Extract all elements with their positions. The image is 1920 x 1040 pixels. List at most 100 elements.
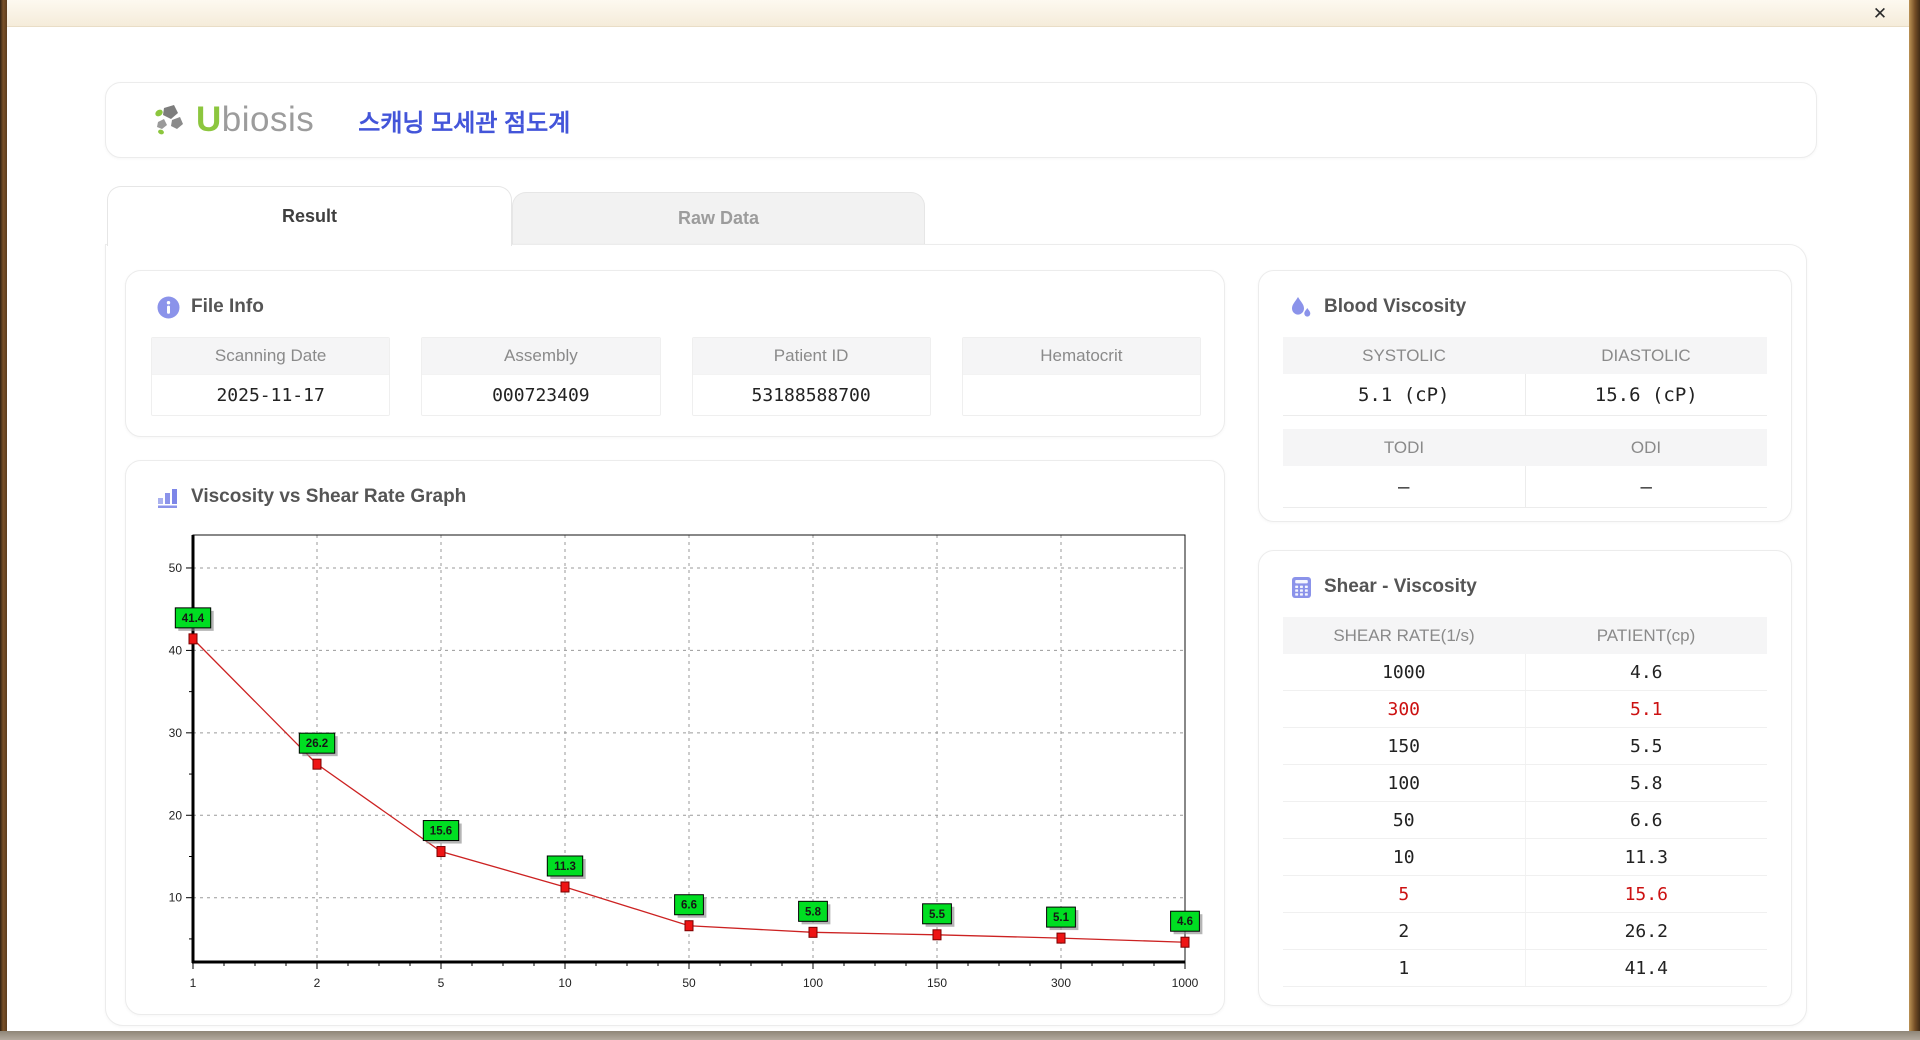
logo-rest: biosis (221, 100, 315, 139)
blood-viscosity-group: TODI ODI – – (1283, 429, 1767, 508)
bv-metric-value: – (1283, 466, 1526, 508)
shear-rate-cell: 300 (1283, 691, 1526, 727)
tab-result[interactable]: Result (107, 186, 512, 246)
shear-table-header: SHEAR RATE(1/s) PATIENT(cp) (1283, 617, 1767, 654)
svg-text:300: 300 (1051, 976, 1071, 990)
file-info-field-value: 000723409 (422, 374, 660, 415)
patient-viscosity-cell: 5.8 (1629, 772, 1663, 794)
ubiosis-logo-icon (150, 100, 190, 140)
bv-metric-value: 15.6 (cP) (1525, 374, 1767, 416)
shear-rate-cell: 10 (1283, 839, 1526, 875)
svg-text:26.2: 26.2 (306, 738, 328, 750)
bv-metric-value: – (1525, 466, 1767, 508)
shear-viscosity-table: SHEAR RATE(1/s) PATIENT(cp) 1000 4.6 300… (1283, 617, 1767, 987)
svg-text:2: 2 (314, 976, 321, 990)
graph-header: Viscosity vs Shear Rate Graph (126, 461, 1224, 509)
shear-table-row: 5 15.6 (1283, 876, 1767, 913)
header-card: Ubiosis 스캐닝 모세관 점도계 (105, 82, 1817, 158)
logo-text: Ubiosis (196, 100, 314, 140)
svg-text:5.5: 5.5 (929, 909, 946, 921)
svg-text:50: 50 (682, 976, 696, 990)
patient-viscosity-cell: 41.4 (1624, 957, 1668, 979)
shear-rate-cell: 50 (1283, 802, 1526, 838)
file-info-field: Hematocrit (961, 337, 1201, 416)
svg-text:30: 30 (169, 726, 183, 740)
file-info-field-value: 53188588700 (692, 374, 930, 415)
patient-viscosity-cell: 4.6 (1629, 661, 1663, 683)
shear-rate-cell: 1000 (1283, 654, 1526, 690)
calculator-icon (1289, 575, 1313, 599)
blood-viscosity-header: Blood Viscosity (1259, 271, 1791, 319)
shear-viscosity-header: Shear - Viscosity (1259, 551, 1791, 599)
shear-viscosity-title: Shear - Viscosity (1324, 576, 1477, 597)
window-titlebar: ✕ (7, 0, 1909, 27)
file-info-field-label: Scanning Date (152, 338, 390, 374)
patient-viscosity-cell: 15.6 (1624, 883, 1668, 905)
graph-title: Viscosity vs Shear Rate Graph (191, 486, 467, 507)
window-border-right (1909, 0, 1920, 1040)
shear-rate-cell: 1 (1283, 950, 1526, 986)
window-border-left (0, 0, 7, 1040)
shear-rate-cell: 150 (1283, 728, 1526, 764)
shear-table-row: 100 5.8 (1283, 765, 1767, 802)
droplets-icon (1289, 295, 1313, 319)
patient-viscosity-cell: 5.5 (1629, 735, 1663, 757)
viscosity-chart: 10 20 30 40 50 1 2 5 10 50 100 150 300 1000 41.4 26.2 15… (169, 534, 1203, 990)
svg-text:50: 50 (169, 561, 183, 575)
tab-raw-data[interactable]: Raw Data (512, 192, 925, 244)
shear-rate-cell: 100 (1283, 765, 1526, 801)
file-info-field-value: 2025-11-17 (152, 374, 390, 415)
file-info-fields: Scanning Date 2025-11-17 Assembly 000723… (151, 337, 1201, 416)
bv-metric-label: TODI (1283, 429, 1525, 466)
patient-viscosity-cell: 6.6 (1629, 809, 1663, 831)
patient-viscosity-cell: 26.2 (1624, 920, 1668, 942)
shear-viscosity-card: Shear - Viscosity SHEAR RATE(1/s) PATIEN… (1258, 550, 1792, 1006)
shear-rate-column-header: SHEAR RATE(1/s) (1283, 617, 1525, 654)
file-info-title: File Info (191, 296, 264, 317)
shear-table-row: 2 26.2 (1283, 913, 1767, 950)
svg-text:5.1: 5.1 (1053, 912, 1070, 924)
bv-metric-value: 5.1 (cP) (1283, 374, 1526, 416)
svg-text:150: 150 (927, 976, 947, 990)
patient-viscosity-cell: 11.3 (1624, 846, 1668, 868)
bv-metric-label: ODI (1525, 429, 1767, 466)
blood-viscosity-title: Blood Viscosity (1324, 296, 1467, 317)
window-border-bottom (0, 1031, 1920, 1040)
file-info-field: Patient ID 53188588700 (691, 337, 931, 416)
close-icon[interactable]: ✕ (1869, 3, 1891, 25)
file-info-field-label: Hematocrit (962, 338, 1200, 374)
shear-table-rows: 1000 4.6 300 5.1 150 5.5 100 5.8 50 6.6 … (1283, 654, 1767, 987)
shear-table-row: 300 5.1 (1283, 691, 1767, 728)
svg-text:4.6: 4.6 (1177, 916, 1193, 928)
shear-table-row: 10 11.3 (1283, 839, 1767, 876)
patient-column-header: PATIENT(cp) (1525, 617, 1767, 654)
svg-text:41.4: 41.4 (182, 613, 205, 625)
file-info-card: File Info Scanning Date 2025-11-17 Assem… (125, 270, 1225, 437)
shear-table-row: 150 5.5 (1283, 728, 1767, 765)
patient-viscosity-cell: 5.1 (1629, 698, 1663, 720)
svg-text:1: 1 (190, 976, 197, 990)
bv-metric-label: SYSTOLIC (1283, 337, 1525, 374)
bar-chart-icon (156, 485, 180, 509)
svg-text:6.6: 6.6 (681, 900, 697, 912)
svg-text:1000: 1000 (1172, 976, 1199, 990)
logo-letter-u: U (196, 100, 222, 139)
file-info-field-label: Patient ID (692, 338, 930, 374)
app-window: ✕ Ubiosis 스캐닝 모세관 점도계 Result Raw Data Fi… (0, 0, 1920, 1040)
file-info-field: Assembly 000723409 (421, 337, 661, 416)
svg-text:10: 10 (558, 976, 572, 990)
blood-viscosity-group: SYSTOLIC DIASTOLIC 5.1 (cP) 15.6 (cP) (1283, 337, 1767, 416)
blood-viscosity-card: Blood Viscosity SYSTOLIC DIASTOLIC 5.1 (c… (1258, 270, 1792, 522)
file-info-header: File Info (126, 271, 1224, 319)
shear-rate-cell: 2 (1283, 913, 1526, 949)
svg-text:20: 20 (169, 808, 183, 822)
svg-text:100: 100 (803, 976, 823, 990)
shear-table-row: 1000 4.6 (1283, 654, 1767, 691)
info-icon (156, 295, 180, 319)
svg-text:5.8: 5.8 (805, 906, 822, 918)
svg-text:5: 5 (438, 976, 445, 990)
ubiosis-logo: Ubiosis (150, 100, 314, 140)
shear-table-row: 1 41.4 (1283, 950, 1767, 987)
shear-rate-cell: 5 (1283, 876, 1526, 912)
bv-metric-label: DIASTOLIC (1525, 337, 1767, 374)
